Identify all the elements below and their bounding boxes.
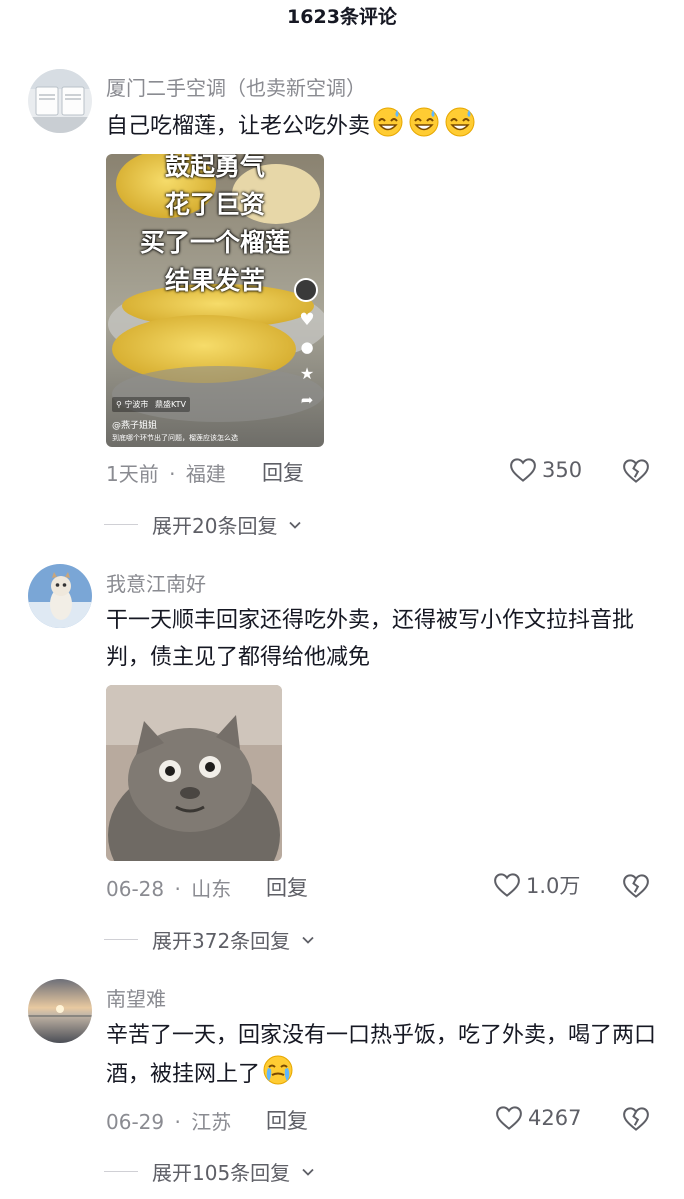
comment-meta: 1天前 · 福建: [106, 458, 226, 487]
chevron-down-icon: [302, 936, 314, 944]
heart-outline-icon: [510, 458, 536, 482]
reply-button[interactable]: 回复: [266, 872, 308, 902]
location-city: 宁波市: [124, 400, 149, 409]
chevron-down-icon: [302, 1168, 314, 1176]
comment-region: 福建: [185, 462, 226, 486]
reply-button[interactable]: 回复: [266, 1105, 308, 1135]
like-button[interactable]: 4267: [494, 1103, 581, 1133]
comment-region: 山东: [191, 877, 232, 901]
username[interactable]: 厦门二手空调（也卖新空调）: [106, 72, 366, 101]
like-count: 1.0万: [526, 874, 581, 898]
location-place: 鼎盛KTV: [154, 400, 186, 409]
broken-heart-icon[interactable]: [621, 871, 651, 901]
share-icon: ➦: [300, 391, 314, 409]
username[interactable]: 我意江南好: [106, 568, 206, 597]
location-tag: ⚲ 宁波市 鼎盛KTV: [112, 397, 190, 412]
avatar[interactable]: [28, 564, 92, 628]
meta-separator: ·: [174, 1110, 181, 1134]
star-icon: ★: [299, 364, 315, 383]
comment-count-title: 1623条评论: [287, 6, 397, 28]
comment-text: 辛苦了一天，回家没有一口热乎饭，吃了外卖，喝了两口酒，被挂网上了: [106, 1017, 662, 1093]
comment-meta: 06-29 · 江苏: [106, 1106, 231, 1135]
grin-sweat-emoji: [445, 107, 475, 137]
comment-text: 干一天顺丰回家还得吃外卖，还得被写小作文拉抖音批判，债主见了都得给他减免: [106, 608, 635, 670]
broken-heart-icon[interactable]: [621, 456, 651, 486]
heart-outline-icon: [494, 873, 520, 897]
emoji-group: [262, 1054, 294, 1086]
comment-icon: ●: [300, 338, 314, 356]
grin-sweat-emoji: [409, 107, 439, 137]
emoji-group: [372, 106, 476, 138]
expand-replies-button[interactable]: 展开105条回复: [104, 1157, 316, 1186]
chevron-down-icon: [289, 521, 302, 529]
like-button[interactable]: 1.0万: [492, 870, 580, 900]
comment-image-cat[interactable]: [106, 685, 282, 861]
crying-emoji: [263, 1055, 293, 1085]
broken-heart-icon[interactable]: [621, 1104, 651, 1134]
heart-outline-icon: [496, 1106, 522, 1130]
reply-button[interactable]: 回复: [262, 457, 304, 487]
divider-line: [104, 1171, 138, 1172]
meta-separator: ·: [174, 877, 181, 901]
expand-replies-label: 展开20条回复: [152, 514, 278, 538]
comment-meta: 06-28 · 山东: [106, 873, 231, 902]
video-caption: 到底哪个环节出了问题，榴莲应该怎么选: [112, 434, 238, 442]
comments-header: 1623条评论: [0, 0, 684, 34]
overlay-line: 花了巨资: [164, 190, 265, 219]
video-author-tag: @燕子姐姐: [112, 421, 158, 431]
video-side-icons: ♥ ● ★ ➦: [294, 278, 320, 409]
comment-time: 1天前: [106, 462, 159, 486]
creator-avatar-icon: [294, 278, 318, 302]
comment-text-content: 自己吃榴莲，让老公吃外卖: [106, 114, 371, 139]
comment-region: 江苏: [191, 1110, 232, 1134]
overlay-line: 鼓起勇气: [164, 154, 265, 181]
expand-replies-label: 展开372条回复: [152, 929, 291, 953]
grin-sweat-emoji: [373, 107, 403, 137]
expand-replies-label: 展开105条回复: [152, 1161, 291, 1185]
divider-line: [104, 524, 138, 525]
comment-text: 自己吃榴莲，让老公吃外卖: [106, 106, 662, 145]
divider-line: [104, 939, 138, 940]
comment-time: 06-28: [106, 877, 165, 901]
video-overlay-text: 鼓起勇气 花了巨资 买了一个榴莲 结果发苦: [106, 154, 324, 300]
comment-time: 06-29: [106, 1110, 165, 1134]
comment-image-durian[interactable]: 鼓起勇气 花了巨资 买了一个榴莲 结果发苦 ♥ ● ★ ➦ ⚲ 宁波市 鼎盛KT…: [106, 154, 324, 447]
overlay-line: 结果发苦: [164, 266, 265, 295]
like-count: 4267: [528, 1106, 582, 1130]
expand-replies-button[interactable]: 展开20条回复: [104, 510, 303, 539]
overlay-line: 买了一个榴莲: [139, 228, 290, 257]
username[interactable]: 南望难: [106, 983, 166, 1012]
comment-text-content: 辛苦了一天，回家没有一口热乎饭，吃了外卖，喝了两口酒，被挂网上了: [106, 1023, 657, 1087]
avatar[interactable]: [28, 69, 92, 133]
like-button[interactable]: 350: [508, 455, 582, 485]
avatar[interactable]: [28, 979, 92, 1043]
heart-icon: ♥: [299, 310, 315, 330]
location-pin-icon: ⚲: [116, 400, 122, 409]
expand-replies-button[interactable]: 展开372条回复: [104, 925, 316, 954]
meta-separator: ·: [169, 462, 176, 486]
like-count: 350: [542, 458, 583, 482]
